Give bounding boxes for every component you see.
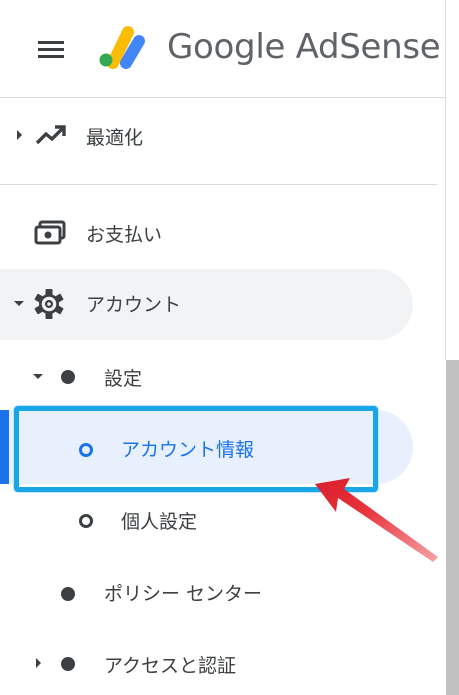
sidebar-item-payments[interactable]: お支払い [0,202,437,262]
annotation-arrow-icon [305,472,440,567]
gear-icon [33,288,65,320]
sidebar-item-policy-center[interactable]: ポリシー センター [0,561,413,621]
payments-icon [34,220,66,246]
scrollbar[interactable] [446,360,459,695]
sidebar-item-label: アクセスと認証 [104,655,237,677]
sidebar-item-label: お支払い [86,224,163,246]
circle-outline-icon [79,514,93,528]
sidebar-item-optimization[interactable]: 最適化 [0,105,437,165]
sidebar-item-label: アカウント [86,294,182,316]
trending-up-icon [35,123,67,147]
sidebar-item-label: 設定 [104,368,143,390]
adsense-logo-icon [97,23,151,69]
bullet-icon [61,657,75,671]
sidebar-item-settings[interactable]: 設定 [0,346,413,406]
sidebar-item-account[interactable]: アカウント [0,273,413,333]
hamburger-menu-icon[interactable] [38,41,64,59]
bullet-icon [61,587,75,601]
caret-right-icon [36,658,41,668]
bullet-icon [61,370,75,384]
brand-title: Google AdSense [167,27,441,67]
sidebar-item-label: ポリシー センター [104,583,263,605]
sidebar-item-label: 最適化 [86,127,144,149]
caret-right-icon [17,130,22,140]
sidebar-divider [0,184,437,185]
caret-down-icon [14,301,24,306]
sidebar-item-access-auth[interactable]: アクセスと認証 [0,633,413,693]
header-border [445,0,446,360]
caret-down-icon [33,374,43,379]
sidebar-item-label: 個人設定 [121,511,198,533]
